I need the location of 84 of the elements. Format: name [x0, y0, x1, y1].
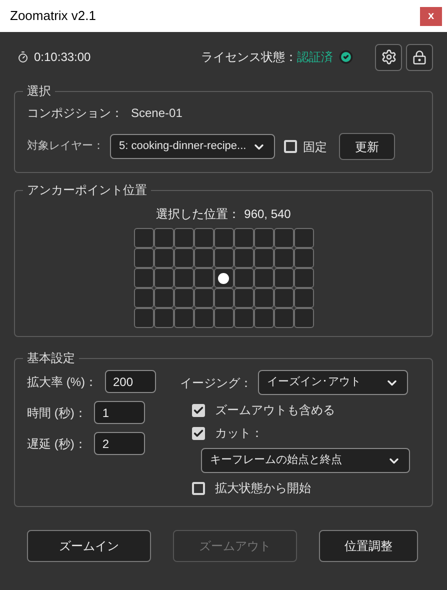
- lock-button[interactable]: [406, 44, 433, 70]
- anchor-cell[interactable]: [254, 308, 274, 328]
- layer-label: 対象レイヤー：: [27, 138, 104, 154]
- settings-icon: [380, 49, 396, 65]
- anchor-cell[interactable]: [194, 288, 214, 308]
- anchor-cell[interactable]: [294, 288, 314, 308]
- anchor-cell[interactable]: [234, 268, 254, 288]
- anchor-cell[interactable]: [274, 268, 294, 288]
- anchor-cell[interactable]: [294, 268, 314, 288]
- composition-name: Scene-01: [131, 105, 182, 122]
- selected-position-value: 960, 540: [244, 206, 291, 223]
- anchor-cell[interactable]: [134, 228, 154, 248]
- field-label: 拡大率 (%)：: [27, 374, 97, 390]
- anchor-cell[interactable]: [194, 228, 214, 248]
- settings-button[interactable]: [375, 44, 402, 70]
- layer-dropdown[interactable]: 5: cooking-dinner-recipe...: [110, 134, 275, 159]
- anchor-cell[interactable]: [174, 268, 194, 288]
- anchor-cell[interactable]: [234, 248, 254, 268]
- anchor-cell[interactable]: [254, 228, 274, 248]
- anchor-cell[interactable]: [234, 288, 254, 308]
- lock-label: 固定: [303, 138, 327, 156]
- anchor-cell[interactable]: [174, 288, 194, 308]
- easing-dropdown[interactable]: イーズイン･アウト: [258, 370, 408, 395]
- anchor-cell[interactable]: [194, 248, 214, 268]
- anchor-cell[interactable]: [174, 308, 194, 328]
- anchor-cell[interactable]: [214, 308, 234, 328]
- anchor-cell[interactable]: [154, 308, 174, 328]
- lock-icon: [412, 50, 427, 64]
- group-title: 基本設定: [26, 350, 76, 367]
- group-title: 選択: [26, 83, 52, 100]
- anchor-cell[interactable]: [274, 248, 294, 268]
- anchor-cell[interactable]: [274, 308, 294, 328]
- window-title: Zoomatrix v2.1: [10, 7, 96, 26]
- number-field[interactable]: 2: [94, 432, 146, 455]
- checkbox[interactable]: [192, 426, 205, 440]
- anchor-cell[interactable]: [154, 288, 174, 308]
- action-button[interactable]: 位置調整: [319, 530, 418, 562]
- license-label: ライセンス状態：: [201, 49, 297, 66]
- anchor-cell[interactable]: [214, 228, 234, 248]
- close-button[interactable]: x: [420, 6, 442, 26]
- anchor-cell[interactable]: [254, 268, 274, 288]
- anchor-cell[interactable]: [194, 268, 214, 288]
- anchor-cell[interactable]: [174, 228, 194, 248]
- anchor-cell[interactable]: [274, 288, 294, 308]
- easing-label: イージング：: [180, 374, 252, 392]
- checkbox-label: ズームアウトも含める: [215, 402, 335, 419]
- checkbox[interactable]: [192, 404, 205, 416]
- anchor-cell[interactable]: [214, 268, 234, 288]
- anchor-cell[interactable]: [234, 228, 254, 248]
- anchor-cell[interactable]: [154, 248, 174, 268]
- refresh-button[interactable]: 更新: [339, 133, 395, 160]
- group-title: アンカーポイント位置: [26, 182, 148, 199]
- number-field[interactable]: 1: [94, 401, 146, 424]
- composition-label: コンポジション：: [27, 105, 123, 122]
- anchor-cell[interactable]: [194, 308, 214, 328]
- anchor-cell[interactable]: [234, 308, 254, 328]
- checkbox-label: 拡大状態から開始: [215, 480, 311, 497]
- number-field[interactable]: 200: [105, 370, 156, 393]
- anchor-cell[interactable]: [214, 288, 234, 308]
- anchor-cell[interactable]: [294, 248, 314, 268]
- anchor-cell[interactable]: [294, 308, 314, 328]
- field-label: 時間 (秒)：: [27, 404, 86, 422]
- cut-mode-dropdown[interactable]: キーフレームの始点と終点: [201, 448, 410, 473]
- anchor-cell[interactable]: [134, 288, 154, 308]
- anchor-cell[interactable]: [254, 248, 274, 268]
- anchor-cell[interactable]: [254, 288, 274, 308]
- action-button[interactable]: ズームイン: [27, 530, 151, 562]
- stopwatch-icon: [17, 51, 29, 63]
- selected-position-label: 選択した位置：: [156, 206, 240, 223]
- timer-text: 0:10:33:00: [34, 49, 91, 66]
- lock-checkbox[interactable]: [284, 140, 297, 153]
- anchor-cell[interactable]: [134, 308, 154, 328]
- anchor-cell[interactable]: [154, 228, 174, 248]
- checkbox[interactable]: [192, 482, 205, 494]
- anchor-cell[interactable]: [214, 248, 234, 268]
- anchor-cell[interactable]: [134, 248, 154, 268]
- checkbox-label: カット：: [215, 425, 263, 442]
- license-status: 認証済: [297, 49, 333, 66]
- field-label: 遅延 (秒)：: [27, 436, 86, 452]
- anchor-cell[interactable]: [134, 268, 154, 288]
- anchor-cell[interactable]: [274, 228, 294, 248]
- anchor-cell[interactable]: [174, 248, 194, 268]
- anchor-cell[interactable]: [294, 228, 314, 248]
- anchor-cell[interactable]: [154, 268, 174, 288]
